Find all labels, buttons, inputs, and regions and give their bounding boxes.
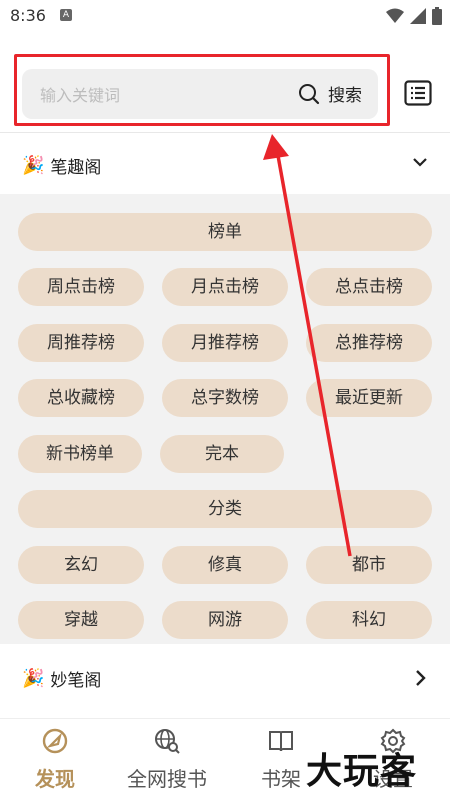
rank-chip[interactable]: 月推荐榜 <box>162 324 288 362</box>
status-time: 8:36 <box>10 6 46 25</box>
rank-chip[interactable]: 总字数榜 <box>162 379 288 417</box>
status-bar: 8:36 A <box>0 0 450 32</box>
search-icon <box>299 83 320 104</box>
rank-chip[interactable]: 最近更新 <box>306 379 432 417</box>
search-button-label: 搜索 <box>328 86 362 106</box>
book-icon <box>269 731 293 752</box>
globe-search-icon <box>155 729 180 754</box>
status-icons <box>386 7 442 25</box>
category-chip[interactable]: 玄幻 <box>18 546 144 584</box>
rank-chip[interactable]: 总点击榜 <box>306 268 432 306</box>
source-title: 🎉 妙笔阁 <box>22 666 101 691</box>
party-popper-icon: 🎉 <box>22 155 45 176</box>
compass-icon <box>42 728 68 754</box>
notification-icon: A <box>60 9 72 21</box>
rank-chip[interactable]: 完本 <box>160 435 284 473</box>
battery-icon <box>432 7 442 25</box>
search-row: 搜索 <box>0 52 450 132</box>
wifi-icon <box>386 8 404 23</box>
rank-chip[interactable]: 周推荐榜 <box>18 324 144 362</box>
source-name: 笔趣阁 <box>50 158 102 178</box>
party-popper-icon: 🎉 <box>22 668 45 689</box>
source-title: 🎉 笔趣阁 <box>22 153 101 178</box>
rank-chip[interactable]: 周点击榜 <box>18 268 144 306</box>
category-chip[interactable]: 都市 <box>306 546 432 584</box>
watermark: 大玩客 <box>306 750 418 792</box>
rank-header-chip[interactable]: 榜单 <box>18 213 432 251</box>
category-chip[interactable]: 网游 <box>162 601 288 639</box>
search-box: 搜索 <box>22 69 378 121</box>
nav-label: 发现 <box>35 767 75 791</box>
chevron-right-icon[interactable] <box>414 669 426 687</box>
category-header-chip[interactable]: 分类 <box>18 490 432 528</box>
rank-chip[interactable]: 总收藏榜 <box>18 379 144 417</box>
nav-global-search[interactable]: 全网搜书 <box>112 727 222 792</box>
source-header-1[interactable]: 🎉 笔趣阁 <box>0 133 450 195</box>
rank-chip[interactable]: 新书榜单 <box>18 435 142 473</box>
search-button[interactable]: 搜索 <box>298 81 362 106</box>
list-menu-icon[interactable] <box>404 80 432 106</box>
source-header-2[interactable]: 🎉 妙笔阁 <box>0 647 450 709</box>
explore-panel: 榜单 周点击榜 月点击榜 总点击榜 周推荐榜 月推荐榜 总推荐榜 总收藏榜 总字… <box>0 194 450 644</box>
category-chip[interactable]: 穿越 <box>18 601 144 639</box>
nav-label: 全网搜书 <box>127 767 207 791</box>
search-input[interactable] <box>38 69 282 121</box>
signal-icon <box>410 8 426 24</box>
nav-discover[interactable]: 发现 <box>0 727 110 792</box>
category-chip[interactable]: 修真 <box>162 546 288 584</box>
rank-chip[interactable]: 月点击榜 <box>162 268 288 306</box>
rank-chip[interactable]: 总推荐榜 <box>306 324 432 362</box>
category-chip[interactable]: 科幻 <box>306 601 432 639</box>
chevron-down-icon[interactable] <box>412 155 428 169</box>
source-name: 妙笔阁 <box>50 671 102 691</box>
